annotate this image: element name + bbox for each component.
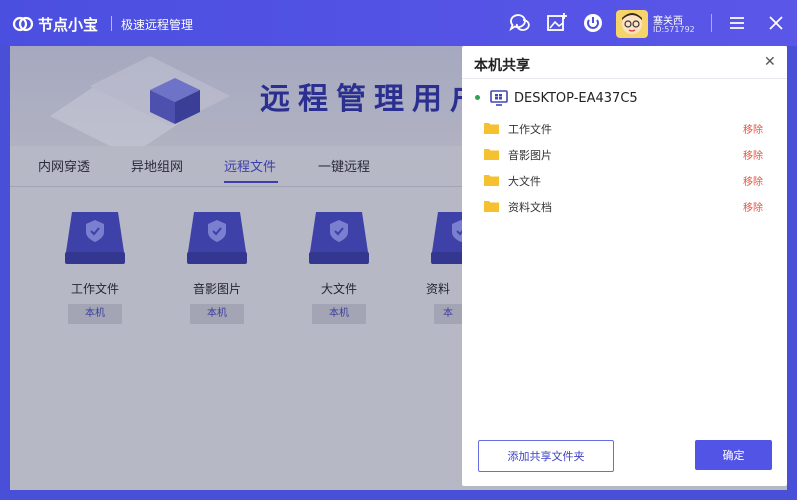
drive-icon [65,212,125,264]
drive-badge: 本 [434,304,462,324]
folder-name: 资料文档 [508,201,552,214]
app-logo-icon [12,16,34,32]
drive-icon [309,212,369,264]
drive-badge: 本机 [68,304,122,324]
tab-intranet[interactable]: 内网穿透 [38,156,90,175]
banner-title: 远程管理用户 [260,82,488,117]
remove-folder-button[interactable]: 移除 [743,199,763,214]
dialog-title: 本机共享 [474,58,530,74]
computer-icon [490,90,508,106]
remove-folder-button[interactable]: 移除 [743,147,763,162]
server-illustration-icon [150,78,200,124]
chat-icon[interactable] [508,12,530,34]
tab-remote-network[interactable]: 异地组网 [131,156,183,175]
close-icon[interactable]: ✕ [764,54,776,70]
power-icon[interactable] [582,12,604,34]
window-close-icon[interactable] [765,12,787,34]
drive-label: 音影图片 [192,282,241,296]
drive-card[interactable] [308,208,376,266]
user-id: ID:571792 [653,25,695,34]
drive-card[interactable] [186,208,254,266]
device-name: DESKTOP-EA437C5 [514,91,638,106]
local-share-dialog: 本机共享 ✕ DESKTOP-EA437C5 工作文件 移除 音影图片 移除 大… [462,46,787,486]
drive-badge: 本机 [312,304,366,324]
avatar[interactable] [616,10,648,38]
confirm-button[interactable]: 确定 [695,440,772,470]
drive-card[interactable] [64,208,132,266]
drive-label: 工作文件 [70,282,119,296]
tab-one-click-remote[interactable]: 一键远程 [318,156,370,175]
folder-icon [484,123,499,134]
drive-badge: 本机 [190,304,244,324]
folder-icon [484,201,499,212]
folder-row: 音影图片 移除 [484,145,774,167]
add-shared-folder-button[interactable]: 添加共享文件夹 [478,440,614,472]
folder-row: 工作文件 移除 [484,119,774,141]
folder-icon [484,149,499,160]
online-status-dot [475,95,480,100]
folder-name: 音影图片 [508,149,552,162]
dialog-divider [462,78,787,79]
drive-icon [187,212,247,264]
drive-label: 大文件 [320,282,357,296]
remove-folder-button[interactable]: 移除 [743,173,763,188]
app-subtitle: 极速远程管理 [121,18,194,32]
folder-row: 资料文档 移除 [484,197,774,219]
image-add-icon[interactable] [546,12,568,34]
title-divider [111,16,112,31]
folder-row: 大文件 移除 [484,171,774,193]
app-name: 节点小宝 [38,16,99,34]
tab-remote-files[interactable]: 远程文件 [224,156,276,175]
folder-name: 大文件 [508,175,541,188]
menu-icon[interactable] [726,12,748,34]
title-bar: 节点小宝 极速远程管理 塞关西 ID:571792 [0,0,797,46]
title-separator [711,14,712,32]
folder-icon [484,175,499,186]
folder-name: 工作文件 [508,123,552,136]
active-tab-indicator [224,181,278,183]
drive-label: 资料 [426,282,451,296]
remove-folder-button[interactable]: 移除 [743,121,763,136]
